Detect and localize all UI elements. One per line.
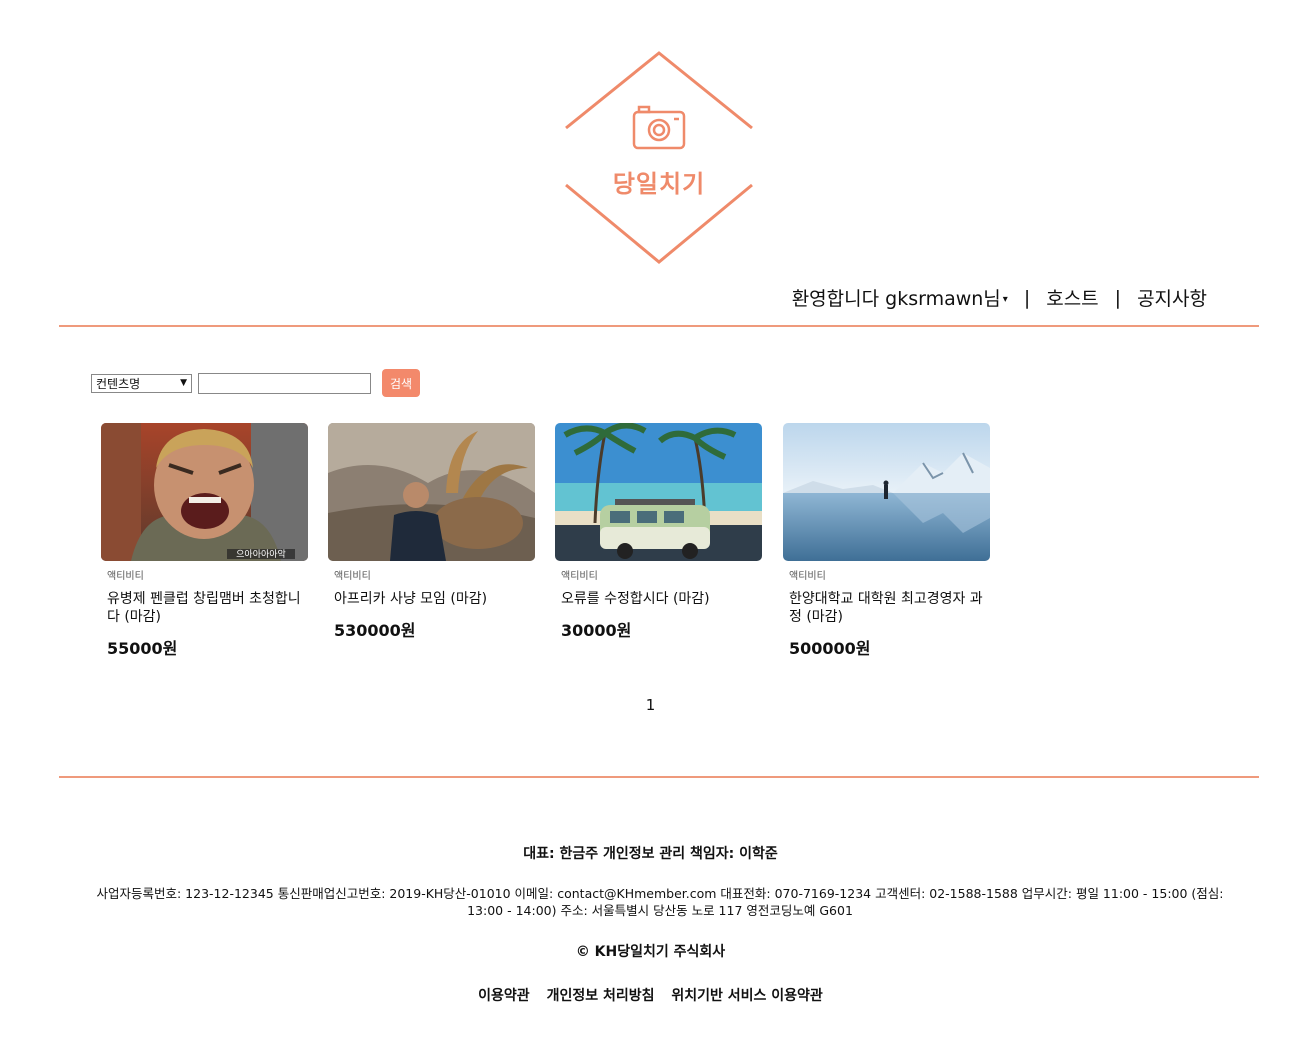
search-button[interactable]: 검색	[382, 369, 420, 397]
product-image	[328, 423, 535, 561]
product-title[interactable]: 유병제 펜클럽 창립맴버 초청합니다 (마감)	[107, 590, 302, 626]
welcome-text: 환영합니다 gksrmawn님	[791, 288, 1001, 310]
user-menu[interactable]: 환영합니다 gksrmawn님 ▾	[792, 284, 1008, 311]
search-type-select[interactable]: 컨텐츠명 ▼	[91, 373, 192, 393]
page-link[interactable]: 1	[646, 696, 656, 714]
image-caption: 으아아아아악	[236, 548, 286, 560]
pagination: 1	[0, 696, 1301, 714]
location-terms-link[interactable]: 위치기반 서비스 이용약관	[671, 988, 822, 1004]
search-type-value: 컨텐츠명	[96, 376, 141, 391]
product-image	[555, 423, 762, 561]
product-title[interactable]: 한양대학교 대학원 최고경영자 과정 (마감)	[789, 590, 984, 626]
caret-down-icon: ▾	[1002, 294, 1008, 305]
product-category: 액티비티	[789, 571, 826, 582]
product-price: 30000원	[561, 621, 632, 640]
notice-link[interactable]: 공지사항	[1137, 284, 1207, 311]
product-price: 530000원	[334, 621, 416, 640]
product-card[interactable]: 액티비티 오류를 수정합시다 (마감) 30000원	[555, 423, 762, 641]
footer-divider	[59, 776, 1259, 778]
product-category: 액티비티	[561, 571, 598, 582]
product-price: 55000원	[107, 639, 178, 658]
logo-title: 당일치기	[612, 170, 706, 198]
product-image: 으아아아아악	[101, 423, 308, 561]
top-nav: 환영합니다 gksrmawn님 ▾ | 호스트 | 공지사항	[792, 284, 1207, 311]
search-bar: 컨텐츠명 ▼ 검색	[91, 369, 420, 397]
logo-diamond	[565, 51, 753, 264]
search-input[interactable]	[198, 372, 371, 394]
product-title[interactable]: 아프리카 사냥 모임 (마감)	[334, 590, 529, 608]
footer-links: 이용약관 개인정보 처리방침 위치기반 서비스 이용약관	[0, 985, 1301, 1005]
footer-business-info: 사업자등록번호: 123-12-12345 통신판매업신고번호: 2019-KH…	[96, 886, 1224, 918]
footer-representative: 대표: 한금주 개인정보 관리 책임자: 이학준	[523, 846, 778, 862]
header-divider	[59, 325, 1259, 327]
dropdown-arrow-icon: ▼	[180, 378, 187, 388]
product-image	[783, 423, 990, 561]
product-card[interactable]: 액티비티 한양대학교 대학원 최고경영자 과정 (마감) 500000원	[783, 423, 990, 659]
camera-icon	[632, 105, 686, 150]
nav-separator: |	[1023, 286, 1031, 309]
footer-copyright: © KH당일치기 주식회사	[575, 944, 726, 960]
site-logo[interactable]: 당일치기	[558, 48, 760, 268]
product-card[interactable]: 액티비티 아프리카 사냥 모임 (마감) 530000원	[328, 423, 535, 641]
privacy-policy-link[interactable]: 개인정보 처리방침	[547, 988, 655, 1004]
terms-link[interactable]: 이용약관	[478, 988, 530, 1004]
product-category: 액티비티	[107, 571, 144, 582]
nav-separator: |	[1114, 286, 1122, 309]
product-price: 500000원	[789, 639, 871, 658]
host-link[interactable]: 호스트	[1046, 284, 1098, 311]
product-category: 액티비티	[334, 571, 371, 582]
product-card[interactable]: 으아아아아악 액티비티 유병제 펜클럽 창립맴버 초청합니다 (마감) 5500…	[101, 423, 308, 659]
product-title[interactable]: 오류를 수정합시다 (마감)	[561, 590, 756, 608]
